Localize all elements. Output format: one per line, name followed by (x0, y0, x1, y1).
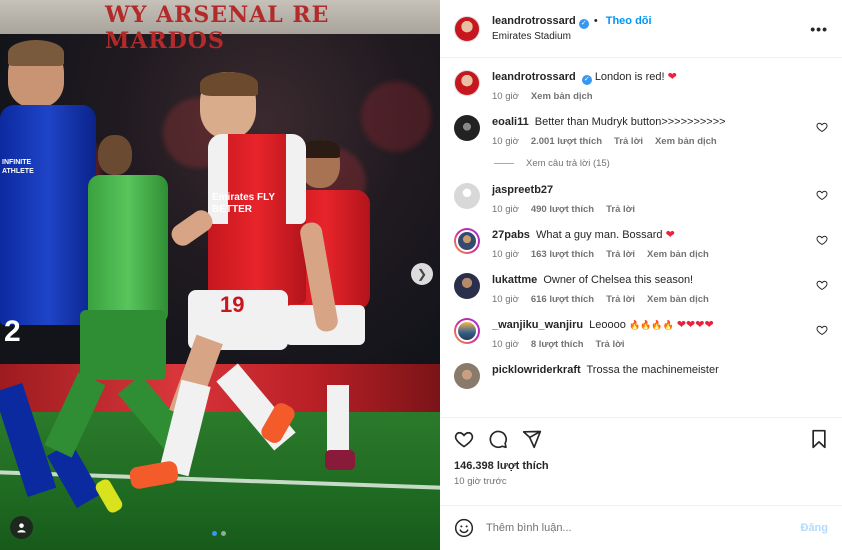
add-comment-bar: Đăng (440, 505, 842, 550)
like-comment-heart-icon[interactable] (816, 279, 828, 291)
see-translation-link[interactable]: Xem bản dịch (647, 294, 709, 305)
comment-username[interactable]: lukattme (492, 274, 537, 286)
comment-text: Owner of Chelsea this season! (543, 274, 694, 286)
user-icon (17, 523, 26, 533)
like-comment-heart-icon[interactable] (816, 121, 828, 133)
opponent-sponsor: INFINITE ATHLETE (2, 159, 34, 175)
comment-likes[interactable]: 490 lượt thích (531, 204, 594, 215)
like-comment-heart-icon[interactable] (816, 324, 828, 336)
carousel-dots (212, 531, 226, 536)
avatar[interactable] (454, 318, 480, 344)
comment-item: lukattme Owner of Chelsea this season! 1… (454, 273, 828, 305)
comment-time: 10 giờ (492, 294, 519, 305)
chevron-right-icon: ❯ (416, 267, 428, 281)
avatar[interactable] (454, 228, 480, 254)
share-icon[interactable] (522, 429, 542, 449)
reply-button[interactable]: Trả lời (606, 249, 635, 260)
post-timestamp: 10 giờ trước (454, 476, 507, 487)
comment-icon[interactable] (488, 429, 508, 449)
caption-username[interactable]: leandrotrossard (492, 71, 576, 83)
comment-item: 27pabs What a guy man. Bossard ❤ 10 giờ … (454, 228, 828, 260)
carousel-dot (212, 531, 217, 536)
more-options-icon[interactable]: ••• (810, 21, 828, 37)
comment-time: 10 giờ (492, 136, 519, 147)
red-heart-emoji-icon: ❤ (665, 229, 675, 241)
comment-username[interactable]: jaspreetb27 (492, 184, 553, 196)
see-translation-link[interactable]: Xem bản dịch (647, 249, 709, 260)
comment-likes[interactable]: 8 lượt thích (531, 339, 584, 350)
comment-time: 10 giờ (492, 204, 519, 215)
shirt-sponsor: Emirates FLY BETTER (212, 192, 275, 215)
see-translation-link[interactable]: Xem bản dịch (655, 136, 717, 147)
avatar[interactable] (454, 363, 480, 389)
follow-button[interactable]: Theo dõi (606, 15, 652, 27)
avatar[interactable] (454, 183, 480, 209)
verified-badge-icon: ✓ (581, 75, 592, 85)
comment-item: _wanjiku_wanjiru Leoooo 🔥🔥🔥🔥 ❤❤❤❤ 10 giờ… (454, 318, 828, 350)
verified-badge-icon: ✓ (578, 18, 589, 29)
comment-username[interactable]: _wanjiku_wanjiru (492, 319, 583, 331)
shorts-number: 19 (220, 292, 245, 317)
instagram-post-modal: WY ARSENAL RE MARDOS INFINITE ATHLETE 2 (0, 0, 842, 550)
comment-text: Better than Mudryk button>>>>>>>>>> (534, 116, 726, 128)
avatar[interactable] (454, 273, 480, 299)
comment-likes[interactable]: 616 lượt thích (531, 294, 594, 305)
main-player: Emirates FLY BETTER 19 (128, 72, 370, 502)
comment-username[interactable]: eoali11 (492, 116, 529, 128)
reply-button[interactable]: Trả lời (606, 294, 635, 305)
comments-list: leandrotrossard ✓ London is red! ❤ 10 giờ… (440, 58, 842, 417)
see-translation-link[interactable]: Xem bản dịch (531, 91, 593, 102)
view-replies-button[interactable]: Xem câu trả lời (15) (494, 158, 828, 169)
carousel-dot (221, 531, 226, 536)
comment-likes[interactable]: 2.001 lượt thích (531, 136, 602, 147)
bookmark-icon[interactable] (810, 429, 828, 449)
comment-text: Trossa the machinemeister (586, 364, 719, 376)
caption-time: 10 giờ (492, 91, 519, 102)
post-location[interactable]: Emirates Stadium (492, 29, 810, 44)
comment-text: Leoooo (589, 319, 626, 331)
avatar[interactable] (454, 115, 480, 141)
likes-count[interactable]: 146.398 lượt thích (454, 460, 828, 472)
reply-button[interactable]: Trả lời (606, 204, 635, 215)
comment-text: What a guy man. Bossard (535, 229, 663, 241)
emoji-icon[interactable] (454, 518, 474, 538)
next-image-button[interactable]: ❯ (411, 263, 433, 285)
post-comment-button[interactable]: Đăng (801, 522, 829, 534)
author-username[interactable]: leandrotrossard (492, 15, 576, 27)
comment-time: 10 giờ (492, 249, 519, 260)
reply-button[interactable]: Trả lời (614, 136, 643, 147)
red-heart-emoji-icon: ❤❤❤❤ (676, 319, 714, 331)
post-header: leandrotrossard ✓ • Theo dõi Emirates Sta… (440, 0, 842, 58)
like-comment-heart-icon[interactable] (816, 234, 828, 246)
comment-time: 10 giờ (492, 339, 519, 350)
comment-item: picklowriderkraft Trossa the machinemeis… (454, 363, 828, 389)
caption: leandrotrossard ✓ London is red! ❤ 10 giờ… (454, 70, 828, 102)
post-actions: 146.398 lượt thích 10 giờ trước (440, 417, 842, 505)
comment-username[interactable]: 27pabs (492, 229, 530, 241)
comment-likes[interactable]: 163 lượt thích (531, 249, 594, 260)
reply-button[interactable]: Trả lời (596, 339, 625, 350)
comment-item: eoali11 Better than Mudryk button>>>>>>>… (454, 115, 828, 147)
fire-emoji-icon: 🔥🔥🔥🔥 (628, 320, 674, 330)
like-comment-heart-icon[interactable] (816, 189, 828, 201)
avatar[interactable] (454, 70, 480, 96)
comment-username[interactable]: picklowriderkraft (492, 364, 581, 376)
red-heart-emoji-icon: ❤ (667, 71, 677, 83)
tagged-users-button[interactable] (10, 516, 33, 539)
post-photo[interactable]: WY ARSENAL RE MARDOS INFINITE ATHLETE 2 (0, 0, 440, 550)
author-avatar[interactable] (454, 15, 480, 42)
stadium-banner: WY ARSENAL RE MARDOS (0, 0, 440, 54)
heart-icon[interactable] (454, 429, 474, 449)
post-sidebar: leandrotrossard ✓ • Theo dõi Emirates Sta… (440, 0, 842, 550)
opponent-number: 2 (4, 315, 21, 348)
caption-text: London is red! (594, 71, 665, 83)
comment-item: jaspreetb27 10 giờ 490 lượt thích Trả lờ… (454, 183, 828, 215)
comment-input[interactable] (486, 522, 801, 534)
